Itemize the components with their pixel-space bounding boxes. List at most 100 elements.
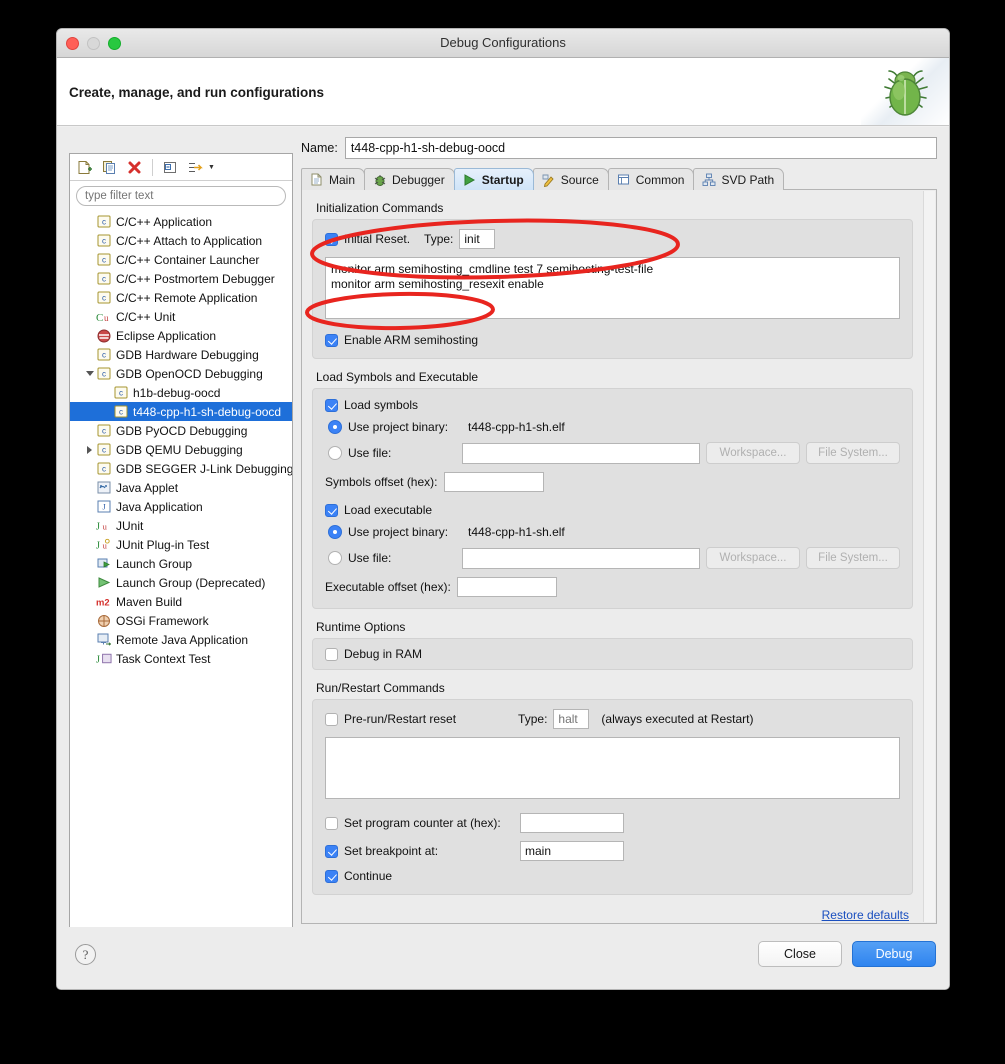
- tree-item-label: C/C++ Container Launcher: [116, 253, 259, 267]
- tab-common[interactable]: Common: [608, 168, 695, 190]
- collapse-all-icon[interactable]: [160, 157, 181, 177]
- common-table-icon: [616, 172, 631, 187]
- set-program-counter-checkbox[interactable]: [325, 817, 338, 830]
- tree-item-h1b-debug-oocd[interactable]: ch1b-debug-oocd: [70, 383, 292, 402]
- symbols-file-input[interactable]: [462, 443, 700, 464]
- svg-text:m2: m2: [96, 597, 110, 608]
- page-title: Create, manage, and run configurations: [69, 85, 324, 100]
- tree-item-gdb-pyocd-debugging[interactable]: cGDB PyOCD Debugging: [70, 421, 292, 440]
- tab-svd-path[interactable]: SVD Path: [693, 168, 784, 190]
- window-titlebar: Debug Configurations: [57, 29, 949, 58]
- close-button[interactable]: Close: [758, 941, 842, 967]
- delete-icon[interactable]: [124, 157, 145, 177]
- tree-item-c-c-container-launcher[interactable]: cC/C++ Container Launcher: [70, 250, 292, 269]
- tree-item-c-c-postmortem-debugger[interactable]: cC/C++ Postmortem Debugger: [70, 269, 292, 288]
- configuration-name-input[interactable]: [345, 137, 937, 159]
- tree-item-java-applet[interactable]: Java Applet: [70, 478, 292, 497]
- tab-startup[interactable]: Startup: [454, 168, 534, 190]
- tab-svd-path-label: SVD Path: [721, 173, 774, 187]
- filter-input[interactable]: [76, 186, 286, 206]
- tree-item-c-c-remote-application[interactable]: cC/C++ Remote Application: [70, 288, 292, 307]
- tree-item-launch-group-deprecated[interactable]: Launch Group (Deprecated): [70, 573, 292, 592]
- debug-in-ram-checkbox[interactable]: [325, 648, 338, 661]
- symbols-offset-input[interactable]: [444, 472, 544, 492]
- load-symbols-checkbox[interactable]: [325, 399, 338, 412]
- initial-reset-checkbox[interactable]: [325, 233, 338, 246]
- run-restart-commands-textarea[interactable]: [325, 737, 900, 799]
- set-breakpoint-input[interactable]: [520, 841, 624, 861]
- tree-item-launch-group[interactable]: Launch Group: [70, 554, 292, 573]
- restore-defaults-link[interactable]: Restore defaults: [822, 908, 909, 922]
- maven-icon: m2: [96, 594, 112, 609]
- load-executable-checkbox[interactable]: [325, 504, 338, 517]
- initial-reset-label: Initial Reset.: [344, 232, 410, 246]
- tree-item-c-c-application[interactable]: cC/C++ Application: [70, 212, 292, 231]
- tree-item-c-c-attach-to-application[interactable]: cC/C++ Attach to Application: [70, 231, 292, 250]
- prerun-type-input[interactable]: [553, 709, 589, 729]
- exec-use-project-binary-radio[interactable]: [328, 525, 342, 539]
- symbols-use-file-radio[interactable]: [328, 446, 342, 460]
- tree-item-gdb-qemu-debugging[interactable]: cGDB QEMU Debugging: [70, 440, 292, 459]
- help-button[interactable]: ?: [75, 944, 96, 965]
- svg-text:c: c: [119, 408, 123, 417]
- svg-text:J: J: [102, 503, 105, 512]
- debug-button[interactable]: Debug: [852, 941, 936, 967]
- tab-debugger[interactable]: Debugger: [364, 168, 455, 190]
- configuration-editor-pane: Name: Main: [301, 137, 937, 951]
- tree-item-osgi-framework[interactable]: OSGi Framework: [70, 611, 292, 630]
- prerun-note-label: (always executed at Restart): [601, 712, 753, 726]
- continue-checkbox[interactable]: [325, 870, 338, 883]
- twisty-open-icon[interactable]: [83, 371, 96, 376]
- tree-item-gdb-segger-j-link-debugging[interactable]: cGDB SEGGER J-Link Debugging: [70, 459, 292, 478]
- task-context-icon: J: [96, 651, 112, 666]
- initialization-commands-textarea[interactable]: [325, 257, 900, 319]
- startup-tab-content: Initialization Commands Initial Reset. T…: [302, 190, 923, 923]
- filter-icon[interactable]: [185, 157, 206, 177]
- set-breakpoint-checkbox[interactable]: [325, 845, 338, 858]
- symbols-workspace-button[interactable]: Workspace...: [706, 442, 800, 464]
- exec-file-input[interactable]: [462, 548, 700, 569]
- enable-semihosting-checkbox[interactable]: [325, 334, 338, 347]
- tab-bar[interactable]: Main Debugger: [301, 167, 937, 190]
- symbols-use-project-binary-radio[interactable]: [328, 420, 342, 434]
- tree-item-junit[interactable]: JuJUnit: [70, 516, 292, 535]
- tree-item-java-application[interactable]: JJava Application: [70, 497, 292, 516]
- new-configuration-icon[interactable]: [74, 157, 95, 177]
- tab-main[interactable]: Main: [301, 168, 365, 190]
- tree-toolbar: ▼: [70, 154, 292, 181]
- set-breakpoint-row: Set breakpoint at:: [325, 841, 900, 861]
- startup-play-icon: [462, 172, 477, 187]
- duplicate-icon[interactable]: [99, 157, 120, 177]
- tree-item-c-c-unit[interactable]: CuC/C++ Unit: [70, 307, 292, 326]
- exec-use-file-radio[interactable]: [328, 551, 342, 565]
- configurations-tree[interactable]: cC/C++ ApplicationcC/C++ Attach to Appli…: [70, 210, 292, 924]
- exec-workspace-button[interactable]: Workspace...: [706, 547, 800, 569]
- set-program-counter-input[interactable]: [520, 813, 624, 833]
- tree-item-gdb-hardware-debugging[interactable]: cGDB Hardware Debugging: [70, 345, 292, 364]
- tab-source[interactable]: Source: [533, 168, 609, 190]
- tree-item-maven-build[interactable]: m2 Maven Build: [70, 592, 292, 611]
- filter-dropdown-caret-icon[interactable]: ▼: [208, 164, 215, 171]
- tree-item-label: Maven Build: [116, 595, 182, 609]
- svg-text:c: c: [102, 237, 106, 246]
- symbols-filesystem-button[interactable]: File System...: [806, 442, 900, 464]
- prerun-reset-checkbox[interactable]: [325, 713, 338, 726]
- exec-filesystem-button[interactable]: File System...: [806, 547, 900, 569]
- twisty-closed-icon[interactable]: [83, 446, 96, 454]
- symbols-use-project-binary-label: Use project binary:: [348, 420, 448, 434]
- svg-text:c: c: [102, 370, 106, 379]
- tree-item-gdb-openocd-debugging[interactable]: cGDB OpenOCD Debugging: [70, 364, 292, 383]
- c-launch-icon: c: [96, 423, 112, 438]
- launch-group-icon: [96, 556, 112, 571]
- tree-item-eclipse-application[interactable]: Eclipse Application: [70, 326, 292, 345]
- name-label: Name:: [301, 141, 338, 155]
- tree-item-junit-plug-in-test[interactable]: JuJUnit Plug-in Test: [70, 535, 292, 554]
- initial-reset-type-input[interactable]: [459, 229, 495, 249]
- exec-offset-input[interactable]: [457, 577, 557, 597]
- startup-panel-scrollbar[interactable]: [923, 191, 935, 922]
- tree-item-t448-cpp-h1-sh-debug-oocd[interactable]: ct448-cpp-h1-sh-debug-oocd: [70, 402, 292, 421]
- tree-item-label: h1b-debug-oocd: [133, 386, 220, 400]
- tree-item-remote-java-application[interactable]: Remote Java Application: [70, 630, 292, 649]
- tab-source-label: Source: [561, 173, 599, 187]
- tree-item-task-context-test[interactable]: JTask Context Test: [70, 649, 292, 668]
